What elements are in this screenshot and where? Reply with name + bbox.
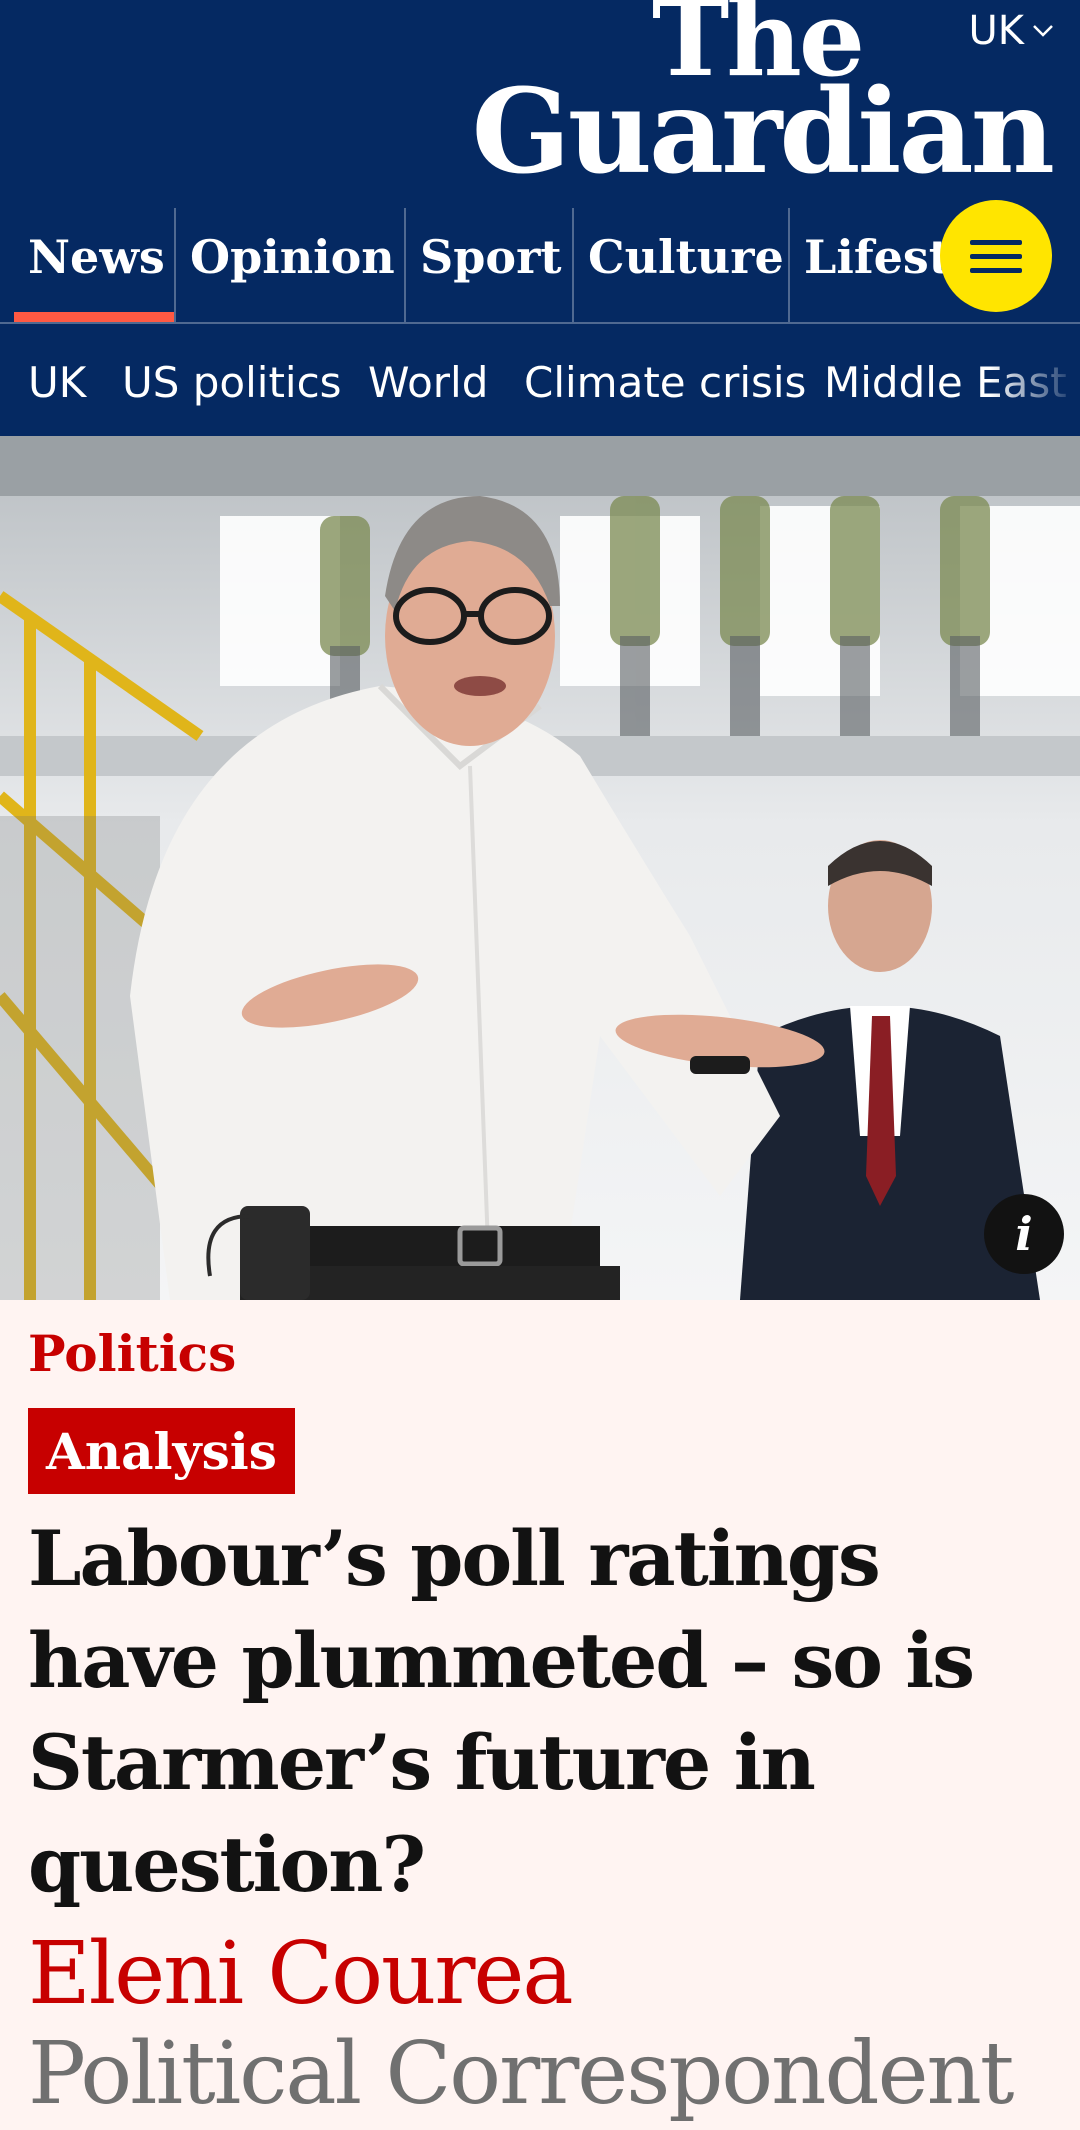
pillar-nav: News Opinion Sport Culture Lifestyle xyxy=(0,208,1080,322)
masthead: UK The Guardian News Opinion Sport Cultu… xyxy=(0,0,1080,322)
logo-line-2: Guardian xyxy=(471,64,1055,201)
sub-nav: UK US politics World Climate crisis Midd… xyxy=(0,324,1080,436)
pillar-opinion[interactable]: Opinion xyxy=(174,208,404,322)
subnav-fade xyxy=(990,324,1080,436)
pillar-sport[interactable]: Sport xyxy=(404,208,572,322)
photo-of-man-in-white-shirt-speaking-icon xyxy=(0,436,1080,1300)
author-byline[interactable]: Eleni Courea xyxy=(28,1924,574,2024)
pillar-culture[interactable]: Culture xyxy=(572,208,788,322)
menu-button[interactable] xyxy=(940,200,1052,312)
guardian-logo[interactable]: The Guardian xyxy=(471,0,1055,201)
subnav-item-us-politics[interactable]: US politics xyxy=(122,358,342,407)
section-label[interactable]: Politics xyxy=(28,1324,236,1383)
hamburger-icon-bar xyxy=(970,253,1022,259)
hamburger-icon-bar xyxy=(970,267,1022,273)
hamburger-icon-bar xyxy=(970,239,1022,245)
subnav-item-climate-crisis[interactable]: Climate crisis xyxy=(524,358,806,407)
image-info-button[interactable]: i xyxy=(984,1194,1064,1274)
analysis-tag: Analysis xyxy=(28,1408,295,1494)
subnav-item-world[interactable]: World xyxy=(368,358,488,407)
pillar-news[interactable]: News xyxy=(14,208,174,322)
hero-image: i xyxy=(0,436,1080,1300)
subnav-item-uk[interactable]: UK xyxy=(28,358,86,407)
author-role: Political Correspondent xyxy=(28,2024,1014,2124)
article-headline: Labour’s poll ratings have plummeted – s… xyxy=(28,1514,975,1909)
